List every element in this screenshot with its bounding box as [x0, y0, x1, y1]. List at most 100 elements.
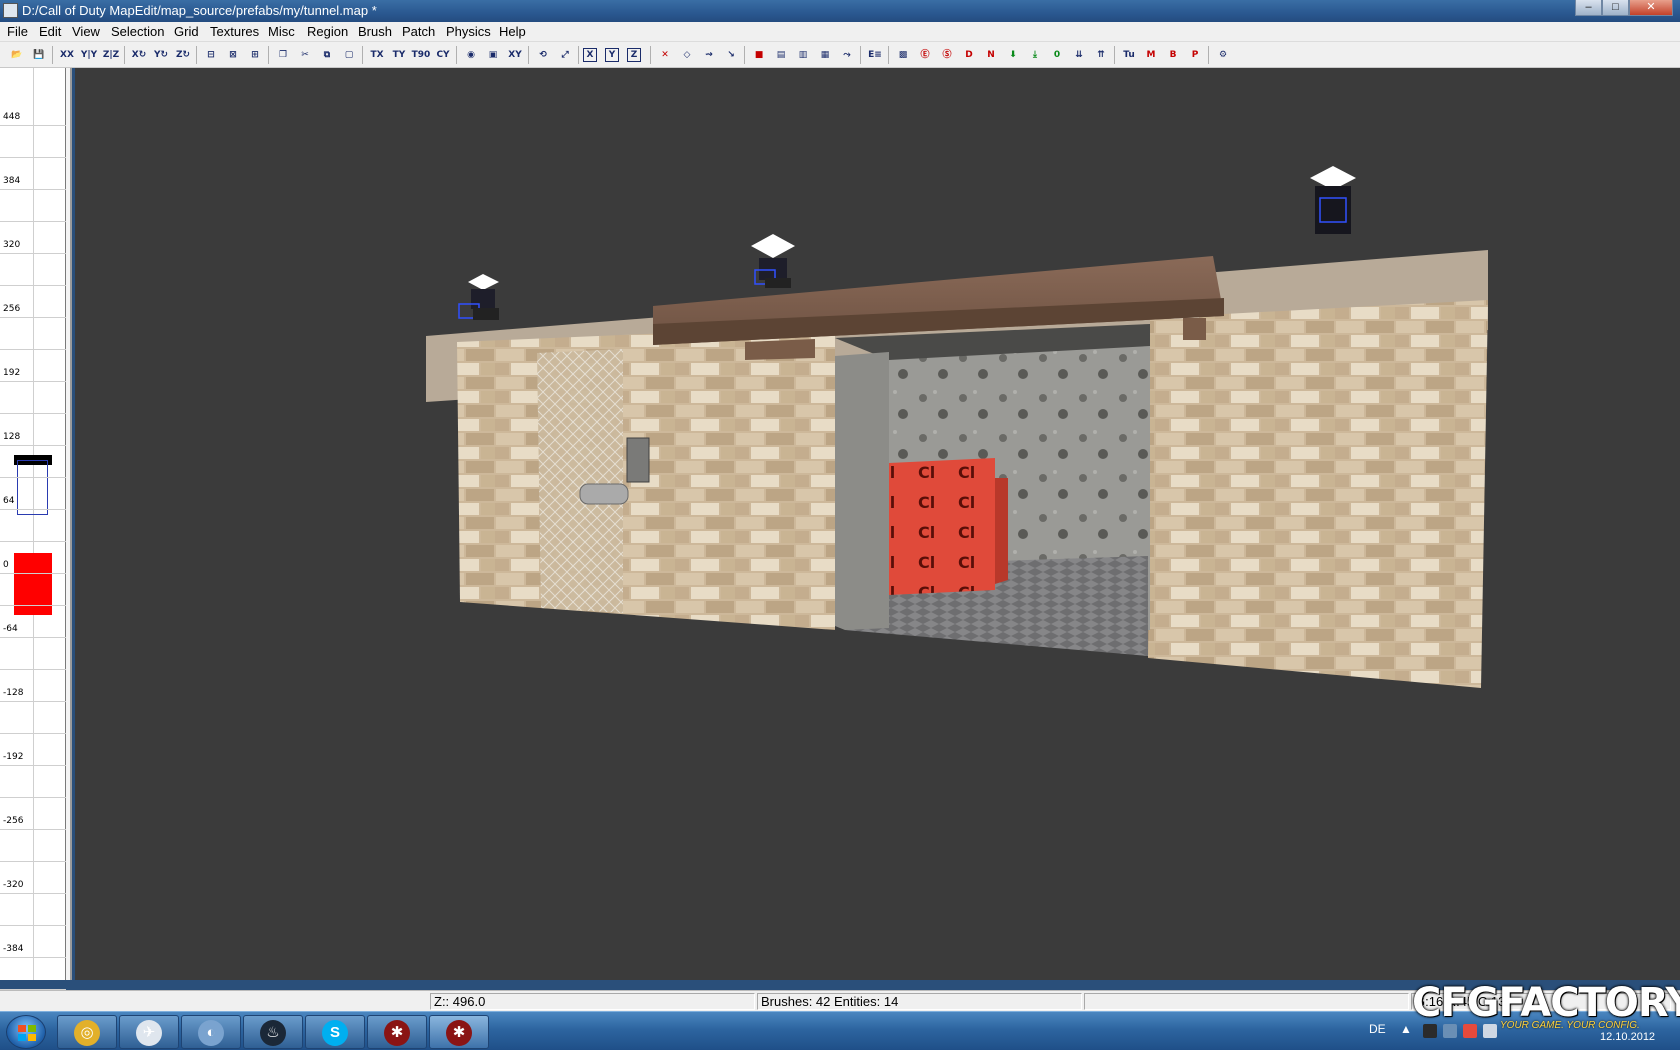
tex-rotate-icon[interactable]: T90 — [411, 45, 431, 65]
menu-grid[interactable]: Grid — [174, 24, 199, 39]
menu-view[interactable]: View — [72, 24, 100, 39]
close-button[interactable]: ✕ — [1629, 0, 1673, 16]
ruler-gridline — [0, 701, 66, 702]
csg-subtract-icon[interactable]: ⊟ — [201, 45, 221, 65]
flip-z-icon[interactable]: Z|Z — [101, 45, 121, 65]
filter-icon[interactable]: ▩ — [893, 45, 913, 65]
rotate-y-icon[interactable]: Y↻ — [151, 45, 171, 65]
ruler-gridline — [0, 765, 66, 766]
z-ruler-panel: 448 384 320 256 192 128 64 0 -64 -128 -192 -256 -320… — [0, 68, 72, 990]
drag-edge-icon[interactable]: ✕ — [655, 45, 675, 65]
menu-region[interactable]: Region — [307, 24, 348, 39]
rotate-x-icon[interactable]: X↻ — [129, 45, 149, 65]
ruler-gridline — [0, 317, 66, 318]
camera-marker[interactable] — [17, 460, 48, 515]
m-icon[interactable]: M — [1141, 45, 1161, 65]
menu-help[interactable]: Help — [499, 24, 526, 39]
ruler-label: 192 — [3, 368, 21, 378]
plugin-icon[interactable]: ⚙ — [1213, 45, 1233, 65]
menu-patch[interactable]: Patch — [402, 24, 435, 39]
taskbar-app[interactable]: ✱ — [367, 1015, 427, 1049]
menu-file[interactable]: File — [7, 24, 28, 39]
tex-flip-x-icon[interactable]: TX — [367, 45, 387, 65]
scene-render[interactable]: Cl — [75, 68, 1680, 980]
brush-icon[interactable]: ▤ — [771, 45, 791, 65]
maximize-button[interactable]: □ — [1602, 0, 1629, 16]
taskbar-app[interactable]: ✱ — [429, 1015, 489, 1049]
skype-icon: S — [322, 1020, 348, 1046]
grid-icon[interactable]: ▦ — [815, 45, 835, 65]
language-indicator[interactable]: DE — [1369, 1022, 1386, 1036]
no-e-icon[interactable]: Ⓔ — [915, 45, 935, 65]
status-spare-cell — [1084, 993, 1409, 1010]
ruler-label: -320 — [3, 880, 24, 890]
clone-icon[interactable]: ❐ — [273, 45, 293, 65]
menu-misc[interactable]: Misc — [268, 24, 295, 39]
arrow-down-icon[interactable]: ⬇ — [1003, 45, 1023, 65]
path-icon[interactable]: ⇝ — [699, 45, 719, 65]
save-icon[interactable]: 💾 — [29, 45, 49, 65]
b-icon[interactable]: B — [1163, 45, 1183, 65]
cycle-layer-icon[interactable]: CY — [433, 45, 453, 65]
lights-icon[interactable]: ⇊ — [1069, 45, 1089, 65]
toolbar-separator — [528, 46, 529, 64]
tex-flip-y-icon[interactable]: TY — [389, 45, 409, 65]
menu-edit[interactable]: Edit — [39, 24, 61, 39]
snap-icon[interactable]: ↘ — [721, 45, 741, 65]
tu-icon[interactable]: Tu — [1119, 45, 1139, 65]
app-icon[interactable] — [3, 3, 18, 18]
taskbar-app[interactable]: ✈ — [119, 1015, 179, 1049]
p-icon[interactable]: P — [1185, 45, 1205, 65]
minimize-button[interactable]: – — [1575, 0, 1602, 16]
ruler-label: -192 — [3, 752, 24, 762]
render-sphere-icon[interactable]: ◉ — [461, 45, 481, 65]
taskbar-app[interactable]: ◐ — [181, 1015, 241, 1049]
rotate-view-icon[interactable]: ⟲ — [533, 45, 553, 65]
tray-expand-icon[interactable]: ▲ — [1400, 1022, 1412, 1036]
ruler-gridline — [0, 413, 66, 414]
open-icon[interactable]: 📂 — [7, 45, 27, 65]
z-ruler[interactable]: 448 384 320 256 192 128 64 0 -64 -128 -192 -256 -320… — [0, 68, 66, 990]
copy-icon[interactable]: ⧉ — [317, 45, 337, 65]
csg-merge-icon[interactable]: ⊞ — [245, 45, 265, 65]
arrow-down-alt-icon[interactable]: ⤓ — [1025, 45, 1045, 65]
n-icon[interactable]: N — [981, 45, 1001, 65]
flip-x-icon[interactable]: XX — [57, 45, 77, 65]
entity-list-icon[interactable]: E≡ — [865, 45, 885, 65]
menu-brush[interactable]: Brush — [358, 24, 392, 39]
clipper-icon[interactable]: ✂ — [295, 45, 315, 65]
menu-physics[interactable]: Physics — [446, 24, 491, 39]
csg-hollow-icon[interactable]: ⊠ — [223, 45, 243, 65]
scale-icon[interactable]: ⤢ — [555, 45, 575, 65]
ruler-gridline — [0, 925, 66, 926]
menu-selection[interactable]: Selection — [111, 24, 164, 39]
start-button[interactable] — [6, 1015, 46, 1049]
toolbar-separator — [888, 46, 889, 64]
taskbar-app[interactable]: ◎ — [57, 1015, 117, 1049]
camera-icon[interactable]: ▣ — [483, 45, 503, 65]
entity-icon[interactable]: ■ — [749, 45, 769, 65]
select-box-icon[interactable]: ▢ — [339, 45, 359, 65]
taskbar-app[interactable]: S — [305, 1015, 365, 1049]
d-icon[interactable]: D — [959, 45, 979, 65]
axis-x-icon[interactable]: X — [583, 48, 597, 62]
taskbar-app[interactable]: ♨ — [243, 1015, 303, 1049]
cull-icon[interactable]: ⤳ — [837, 45, 857, 65]
rotate-z-icon[interactable]: Z↻ — [173, 45, 193, 65]
toolbar-separator — [124, 46, 125, 64]
flip-y-icon[interactable]: Y|Y — [79, 45, 99, 65]
xy-view-icon[interactable]: XY — [505, 45, 525, 65]
camera-viewport[interactable]: Cl — [75, 68, 1680, 980]
axis-z-icon[interactable]: Z — [627, 48, 641, 62]
zero-icon[interactable]: 0 — [1047, 45, 1067, 65]
clock-date[interactable]: 12.10.2012 — [1600, 1031, 1655, 1043]
no-s-icon[interactable]: Ⓢ — [937, 45, 957, 65]
title-bar[interactable]: D:/Call of Duty MapEdit/map_source/prefa… — [0, 0, 1680, 22]
drag-vertex-icon[interactable]: ◇ — [677, 45, 697, 65]
menu-textures[interactable]: Textures — [210, 24, 259, 39]
cfgfactory-watermark: CFGFACTORY YOUR GAME. YOUR CONFIG. — [1412, 980, 1680, 1031]
lights-alt-icon[interactable]: ⇈ — [1091, 45, 1111, 65]
toolbar-separator — [362, 46, 363, 64]
axis-y-icon[interactable]: Y — [605, 48, 619, 62]
patch-icon[interactable]: ▥ — [793, 45, 813, 65]
